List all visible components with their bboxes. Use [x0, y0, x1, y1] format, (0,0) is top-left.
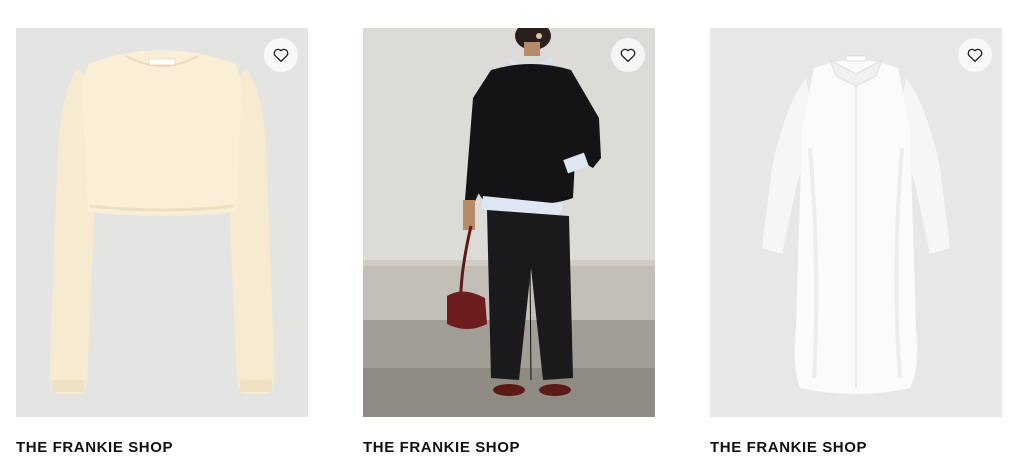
heart-outline-icon: [967, 48, 983, 63]
product-grid: THE FRANKIE SHOP THE FRANKIE SHOP THE FR…: [0, 0, 1024, 460]
favorite-button[interactable]: [958, 38, 992, 72]
model-outfit-image: [363, 28, 655, 417]
white-shirt-dress-image: [710, 28, 1002, 417]
heart-outline-icon: [273, 48, 289, 63]
heart-outline-icon: [620, 48, 636, 63]
cream-cropped-sweater-image: [16, 28, 308, 417]
product-brand[interactable]: THE FRANKIE SHOP: [16, 439, 173, 456]
favorite-button[interactable]: [611, 38, 645, 72]
favorite-button[interactable]: [264, 38, 298, 72]
product-image[interactable]: [16, 28, 308, 417]
product-image[interactable]: [710, 28, 1002, 417]
product-card[interactable]: THE FRANKIE SHOP: [16, 28, 308, 456]
product-brand[interactable]: THE FRANKIE SHOP: [363, 439, 520, 456]
product-brand[interactable]: THE FRANKIE SHOP: [710, 439, 867, 456]
product-card[interactable]: THE FRANKIE SHOP: [363, 28, 655, 456]
product-image[interactable]: [363, 28, 655, 417]
product-card[interactable]: THE FRANKIE SHOP: [710, 28, 1002, 456]
